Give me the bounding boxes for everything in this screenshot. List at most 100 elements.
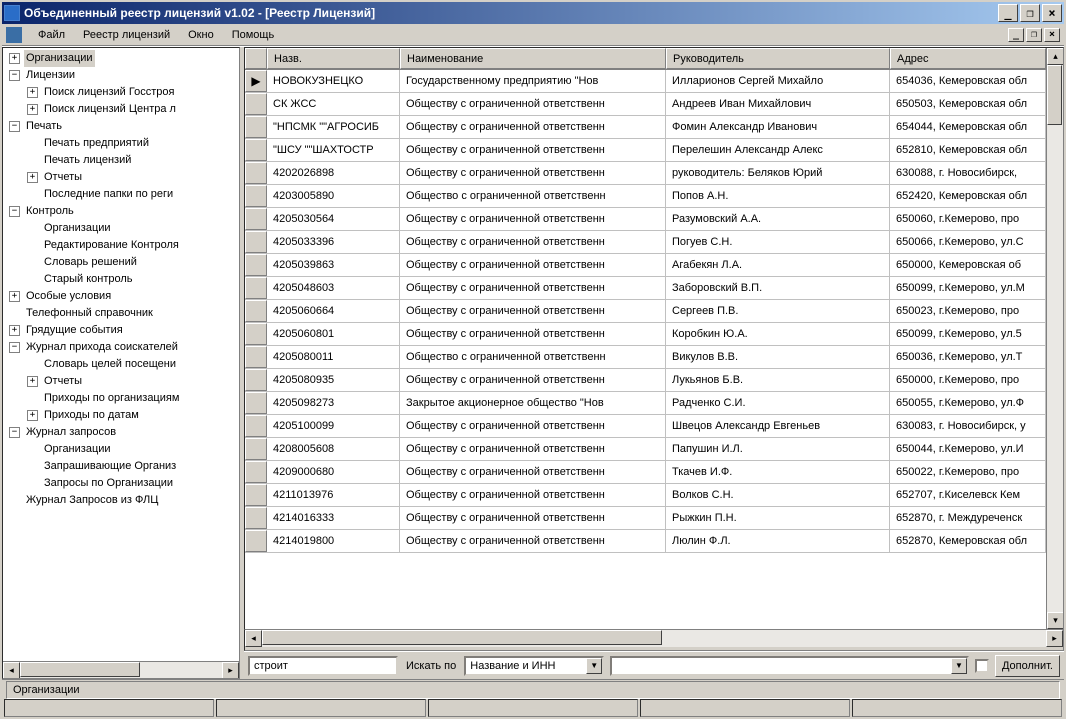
menu-help[interactable]: Помощь: [224, 27, 283, 43]
maximize-button[interactable]: ❐: [1020, 4, 1040, 22]
tree-node-label[interactable]: Приходы по организациям: [42, 390, 181, 407]
tree-node[interactable]: Приходы по организациям: [5, 390, 239, 407]
tree-node[interactable]: +Поиск лицензий Центра л: [5, 101, 239, 118]
cell[interactable]: Обществу с ограниченной ответственн: [400, 231, 666, 253]
tree-node-label[interactable]: Отчеты: [42, 373, 84, 390]
tree-node-label[interactable]: Словарь решений: [42, 254, 139, 271]
search-field-combo-text[interactable]: [466, 658, 586, 674]
table-row[interactable]: "ШСУ ""ШАХТОСТРОбществу с ограниченной о…: [245, 139, 1046, 162]
cell[interactable]: 652420, Кемеровская обл: [890, 185, 1046, 207]
tree-node-label[interactable]: Последние папки по реги: [42, 186, 175, 203]
search-field-combo[interactable]: ▼: [464, 656, 604, 676]
tree-node[interactable]: Организации: [5, 220, 239, 237]
expand-icon[interactable]: +: [9, 291, 20, 302]
menu-file[interactable]: Файл: [30, 27, 73, 43]
menu-registry[interactable]: Реестр лицензий: [75, 27, 178, 43]
cell[interactable]: Обществу с ограниченной ответственн: [400, 507, 666, 529]
grid-header-director[interactable]: Руководитель: [666, 48, 890, 69]
tree-node[interactable]: −Лицензии: [5, 67, 239, 84]
cell[interactable]: СК ЖСС: [267, 93, 400, 115]
cell[interactable]: 4205030564: [267, 208, 400, 230]
scroll-left-button[interactable]: ◂: [245, 630, 262, 647]
table-row[interactable]: 4205039863Обществу с ограниченной ответс…: [245, 254, 1046, 277]
row-selector[interactable]: [245, 231, 267, 253]
cell[interactable]: 4205080011: [267, 346, 400, 368]
tree-node[interactable]: Словарь целей посещени: [5, 356, 239, 373]
data-grid[interactable]: Назв. Наименование Руководитель Адрес ▶ …: [245, 48, 1046, 629]
cell[interactable]: Обществу с ограниченной ответственн: [400, 484, 666, 506]
cell[interactable]: 650066, г.Кемерово, ул.С: [890, 231, 1046, 253]
cell[interactable]: 630088, г. Новосибирск,: [890, 162, 1046, 184]
row-selector[interactable]: [245, 530, 267, 552]
cell[interactable]: НОВОКУЗНЕЦКО: [267, 70, 400, 92]
cell[interactable]: руководитель: Беляков Юрий: [666, 162, 890, 184]
nav-tree[interactable]: +Организации−Лицензии+Поиск лицензий Гос…: [3, 48, 239, 661]
row-selector[interactable]: [245, 139, 267, 161]
row-selector[interactable]: [245, 185, 267, 207]
chevron-down-icon[interactable]: ▼: [586, 658, 602, 674]
expand-icon[interactable]: +: [27, 172, 38, 183]
tree-node[interactable]: −Журнал прихода соискателей: [5, 339, 239, 356]
table-row[interactable]: СК ЖССОбществу с ограниченной ответствен…: [245, 93, 1046, 116]
table-row[interactable]: 4205033396Обществу с ограниченной ответс…: [245, 231, 1046, 254]
chevron-down-icon[interactable]: ▼: [951, 658, 967, 674]
cell[interactable]: Обществу с ограниченной ответственн: [400, 300, 666, 322]
cell[interactable]: 4214019800: [267, 530, 400, 552]
menu-window[interactable]: Окно: [180, 27, 222, 43]
cell[interactable]: Швецов Александр Евгеньев: [666, 415, 890, 437]
cell[interactable]: Волков С.Н.: [666, 484, 890, 506]
grid-header-fullname[interactable]: Наименование: [400, 48, 666, 69]
table-row[interactable]: 4205060664Обществу с ограниченной ответс…: [245, 300, 1046, 323]
cell[interactable]: Обществу с ограниченной ответственн: [400, 461, 666, 483]
cell[interactable]: 4205100099: [267, 415, 400, 437]
table-row[interactable]: 4214019800Обществу с ограниченной ответс…: [245, 530, 1046, 553]
cell[interactable]: Обществу с ограниченной ответственн: [400, 208, 666, 230]
tree-node[interactable]: Запросы по Организации: [5, 475, 239, 492]
tree-node-label[interactable]: Печать предприятий: [42, 135, 151, 152]
cell[interactable]: 650503, Кемеровская обл: [890, 93, 1046, 115]
tree-node-label[interactable]: Старый контроль: [42, 271, 135, 288]
tree-node[interactable]: +Особые условия: [5, 288, 239, 305]
cell[interactable]: 630083, г. Новосибирск, у: [890, 415, 1046, 437]
cell[interactable]: 650060, г.Кемерово, про: [890, 208, 1046, 230]
cell[interactable]: 4205060664: [267, 300, 400, 322]
cell[interactable]: Папушин И.Л.: [666, 438, 890, 460]
cell[interactable]: "НПСМК ""АГРОСИБ: [267, 116, 400, 138]
cell[interactable]: 4205039863: [267, 254, 400, 276]
row-selector[interactable]: [245, 507, 267, 529]
table-row[interactable]: 4203005890Общество с ограниченной ответс…: [245, 185, 1046, 208]
cell[interactable]: 650022, г.Кемерово, про: [890, 461, 1046, 483]
cell[interactable]: Заборовский В.П.: [666, 277, 890, 299]
tree-node-label[interactable]: Грядущие события: [24, 322, 125, 339]
expand-icon[interactable]: +: [27, 410, 38, 421]
table-row[interactable]: 4209000680Обществу с ограниченной ответс…: [245, 461, 1046, 484]
row-selector[interactable]: [245, 346, 267, 368]
cell[interactable]: 4202026898: [267, 162, 400, 184]
cell[interactable]: Погуев С.Н.: [666, 231, 890, 253]
tree-node-label[interactable]: Запрашивающие Организ: [42, 458, 178, 475]
table-row[interactable]: 4208005608Обществу с ограниченной ответс…: [245, 438, 1046, 461]
row-selector[interactable]: [245, 323, 267, 345]
tree-node-label[interactable]: Поиск лицензий Госстроя: [42, 84, 176, 101]
cell[interactable]: Перелешин Александр Алекс: [666, 139, 890, 161]
row-selector[interactable]: [245, 93, 267, 115]
tree-node[interactable]: +Организации: [5, 50, 239, 67]
tree-node[interactable]: Организации: [5, 441, 239, 458]
collapse-icon[interactable]: −: [9, 206, 20, 217]
scroll-left-button[interactable]: ◂: [3, 662, 20, 679]
cell[interactable]: 4205060801: [267, 323, 400, 345]
scroll-down-button[interactable]: ▾: [1047, 612, 1064, 629]
table-row[interactable]: 4211013976Обществу с ограниченной ответс…: [245, 484, 1046, 507]
cell[interactable]: 4214016333: [267, 507, 400, 529]
grid-header-name[interactable]: Назв.: [267, 48, 400, 69]
tree-node-label[interactable]: Печать: [24, 118, 64, 135]
cell[interactable]: 652707, г.Киселевск Кем: [890, 484, 1046, 506]
cell[interactable]: 650000, г.Кемерово, про: [890, 369, 1046, 391]
table-row[interactable]: 4205100099Обществу с ограниченной ответс…: [245, 415, 1046, 438]
tree-node-label[interactable]: Запросы по Организации: [42, 475, 175, 492]
tree-node-label[interactable]: Словарь целей посещени: [42, 356, 178, 373]
scroll-thumb[interactable]: [262, 630, 662, 645]
tree-node[interactable]: Печать лицензий: [5, 152, 239, 169]
expand-icon[interactable]: +: [27, 376, 38, 387]
row-selector[interactable]: [245, 277, 267, 299]
